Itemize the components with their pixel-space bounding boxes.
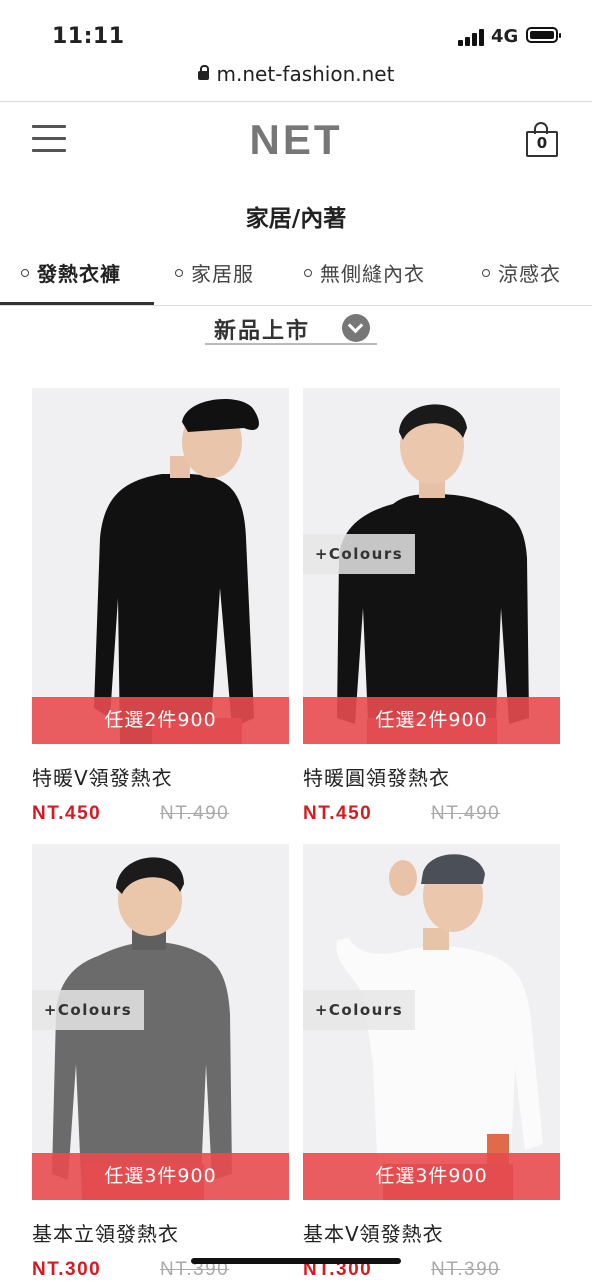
home-indicator[interactable] — [191, 1258, 401, 1264]
divider — [0, 305, 592, 306]
tab-heat-wear[interactable]: 發熱衣褲 — [21, 258, 121, 287]
product-card[interactable]: +Colours 任選2件900 特暖圓領發熱衣 NT.450 NT.490 — [303, 388, 560, 838]
product-name[interactable]: 特暖V領發熱衣 — [32, 762, 173, 791]
product-image[interactable]: +Colours 任選3件900 — [32, 844, 289, 1200]
sort-dropdown[interactable]: 新品上市 — [205, 311, 377, 345]
product-card[interactable]: 任選2件900 特暖V領發熱衣 NT.450 NT.490 — [32, 388, 289, 838]
sale-price: NT.300 — [32, 1259, 102, 1280]
bullet-icon — [304, 269, 312, 277]
promo-badge: 任選3件900 — [303, 1153, 560, 1200]
site-logo[interactable]: NET — [0, 116, 592, 164]
product-name[interactable]: 基本立領發熱衣 — [32, 1218, 179, 1247]
product-image[interactable]: +Colours 任選2件900 — [303, 388, 560, 744]
sale-price: NT.450 — [303, 803, 373, 824]
bullet-icon — [175, 269, 183, 277]
bullet-icon — [21, 269, 29, 277]
network-type: 4G — [491, 26, 519, 47]
product-card[interactable]: +Colours 任選3件900 基本V領發熱衣 NT.300 NT.390 — [303, 844, 560, 1280]
cellular-signal-icon — [458, 29, 484, 46]
cart-count: 0 — [536, 134, 548, 152]
tab-seamless-underwear[interactable]: 無側縫內衣 — [304, 258, 425, 287]
original-price: NT.390 — [431, 1259, 501, 1280]
product-image[interactable]: +Colours 任選3件900 — [303, 844, 560, 1200]
category-tabs: 發熱衣褲 家居服 無側縫內衣 涼感衣 — [0, 250, 592, 306]
colours-badge: +Colours — [303, 990, 415, 1030]
url-bar[interactable]: m.net-fashion.net — [0, 62, 592, 100]
divider — [0, 101, 592, 102]
original-price: NT.490 — [431, 803, 501, 824]
promo-badge: 任選2件900 — [303, 697, 560, 744]
product-card[interactable]: +Colours 任選3件900 基本立領發熱衣 NT.300 NT.390 — [32, 844, 289, 1280]
category-title: 家居/內著 — [245, 206, 347, 232]
sort-label: 新品上市 — [214, 319, 311, 344]
status-bar: 11:11 4G — [0, 0, 592, 62]
battery-icon — [526, 27, 561, 43]
tab-loungewear[interactable]: 家居服 — [175, 258, 254, 287]
original-price: NT.490 — [160, 803, 230, 824]
bullet-icon — [482, 269, 490, 277]
product-name[interactable]: 特暖圓領發熱衣 — [303, 762, 450, 791]
tab-cooling-wear[interactable]: 涼感衣 — [482, 258, 561, 287]
colours-badge: +Colours — [32, 990, 144, 1030]
status-time: 11:11 — [52, 24, 125, 49]
chevron-down-icon — [342, 314, 370, 342]
sale-price: NT.450 — [32, 803, 102, 824]
product-name[interactable]: 基本V領發熱衣 — [303, 1218, 444, 1247]
product-image[interactable]: 任選2件900 — [32, 388, 289, 744]
cart-button[interactable]: 0 — [524, 121, 562, 159]
promo-badge: 任選3件900 — [32, 1153, 289, 1200]
url-text: m.net-fashion.net — [216, 62, 395, 86]
colours-badge: +Colours — [303, 534, 415, 574]
promo-badge: 任選2件900 — [32, 697, 289, 744]
lock-icon — [197, 65, 209, 80]
